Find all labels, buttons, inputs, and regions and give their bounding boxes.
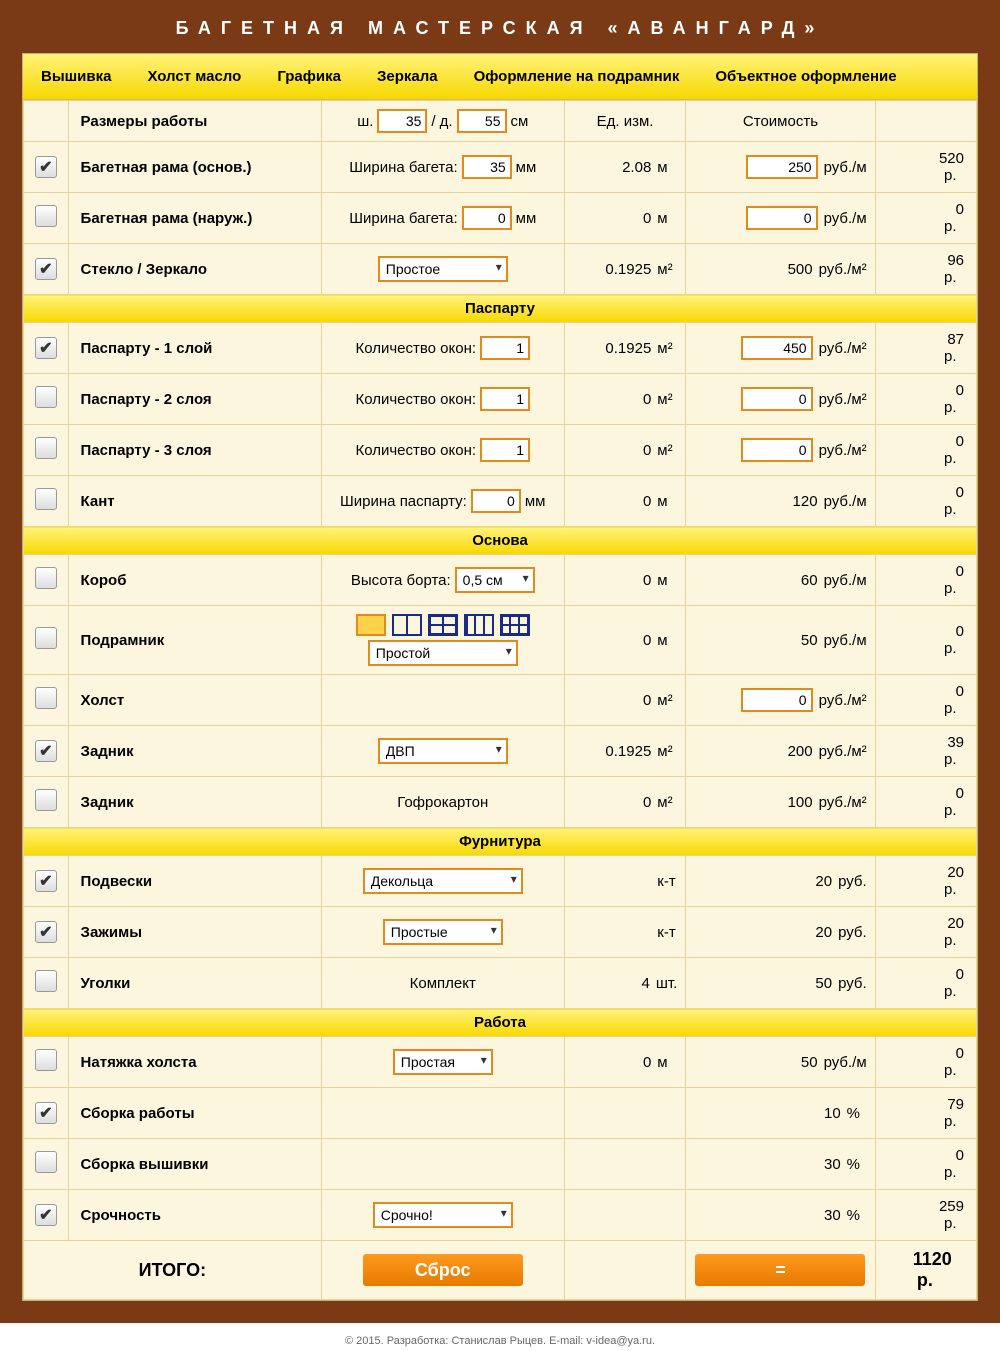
tab-mirrors[interactable]: Зеркала xyxy=(359,54,456,99)
section-base: Основа xyxy=(24,527,977,555)
podramnik-select[interactable]: Простой xyxy=(368,640,518,666)
stretcher-icon-cross[interactable] xyxy=(428,614,458,636)
checkbox-korob[interactable] xyxy=(35,567,57,589)
calculate-button[interactable]: = xyxy=(695,1254,865,1286)
pasp1-windows[interactable] xyxy=(480,336,530,360)
stretch-select[interactable]: Простая xyxy=(393,1049,493,1075)
checkbox-stretch[interactable] xyxy=(35,1049,57,1071)
pasp3-price[interactable] xyxy=(741,438,813,462)
stretcher-icon-plain[interactable] xyxy=(356,614,386,636)
checkbox-corners[interactable] xyxy=(35,970,57,992)
pasp3-windows[interactable] xyxy=(480,438,530,462)
checkbox-glass[interactable] xyxy=(35,258,57,280)
back1-select[interactable]: ДВП xyxy=(378,738,508,764)
tab-embroidery[interactable]: Вышивка xyxy=(23,54,129,99)
tab-stretcher[interactable]: Оформление на подрамник xyxy=(456,54,698,99)
footer-text: © 2015. Разработка: Станислав Рыцев. E-m… xyxy=(0,1323,1000,1351)
reset-button[interactable]: Сброс xyxy=(363,1254,523,1286)
checkbox-back1[interactable] xyxy=(35,740,57,762)
frame2-price[interactable] xyxy=(746,206,818,230)
total-label: ИТОГО: xyxy=(24,1241,322,1300)
calc-table: Размеры работы ш. / д. см Ед. изм. Стоим… xyxy=(23,100,977,1300)
stretcher-icon-vbar[interactable] xyxy=(392,614,422,636)
holst-price[interactable] xyxy=(741,688,813,712)
checkbox-kant[interactable] xyxy=(35,488,57,510)
tabs: Вышивка Холст масло Графика Зеркала Офор… xyxy=(23,54,977,100)
pasp2-windows[interactable] xyxy=(480,387,530,411)
section-labor: Работа xyxy=(24,1009,977,1037)
korob-select[interactable]: 0,5 см xyxy=(455,567,535,593)
pasp2-price[interactable] xyxy=(741,387,813,411)
checkbox-hangers[interactable] xyxy=(35,870,57,892)
tab-canvas-oil[interactable]: Холст масло xyxy=(129,54,259,99)
kant-width[interactable] xyxy=(471,489,521,513)
checkbox-canvas[interactable] xyxy=(35,687,57,709)
checkbox-pasp2[interactable] xyxy=(35,386,57,408)
glass-select[interactable]: Простое xyxy=(378,256,508,282)
frame2-width[interactable] xyxy=(462,206,512,230)
checkbox-clips[interactable] xyxy=(35,921,57,943)
checkbox-assembly-emb[interactable] xyxy=(35,1151,57,1173)
checkbox-frame2[interactable] xyxy=(35,205,57,227)
checkbox-back2[interactable] xyxy=(35,789,57,811)
pasp1-price[interactable] xyxy=(741,336,813,360)
checkbox-assembly[interactable] xyxy=(35,1102,57,1124)
stretcher-icon-2vbar[interactable] xyxy=(464,614,494,636)
page-title: БАГЕТНАЯ МАСТЕРСКАЯ «АВАНГАРД» xyxy=(22,18,978,53)
tab-object[interactable]: Объектное оформление xyxy=(697,54,914,99)
section-passepartout: Паспарту xyxy=(24,295,977,323)
dims-label: Размеры работы xyxy=(68,101,321,142)
width-input[interactable] xyxy=(377,109,427,133)
checkbox-pasp3[interactable] xyxy=(35,437,57,459)
checkbox-podramnik[interactable] xyxy=(35,627,57,649)
section-fittings: Фурнитура xyxy=(24,828,977,856)
checkbox-frame1[interactable] xyxy=(35,156,57,178)
checkbox-urgent[interactable] xyxy=(35,1204,57,1226)
hangers-select[interactable]: Декольца xyxy=(363,868,523,894)
length-input[interactable] xyxy=(457,109,507,133)
clips-select[interactable]: Простые xyxy=(383,919,503,945)
stretcher-icon-grid[interactable] xyxy=(500,614,530,636)
tab-graphics[interactable]: Графика xyxy=(259,54,359,99)
urgent-select[interactable]: Срочно! xyxy=(373,1202,513,1228)
podramnik-icons xyxy=(330,614,556,636)
frame1-width[interactable] xyxy=(462,155,512,179)
checkbox-pasp1[interactable] xyxy=(35,337,57,359)
frame1-price[interactable] xyxy=(746,155,818,179)
